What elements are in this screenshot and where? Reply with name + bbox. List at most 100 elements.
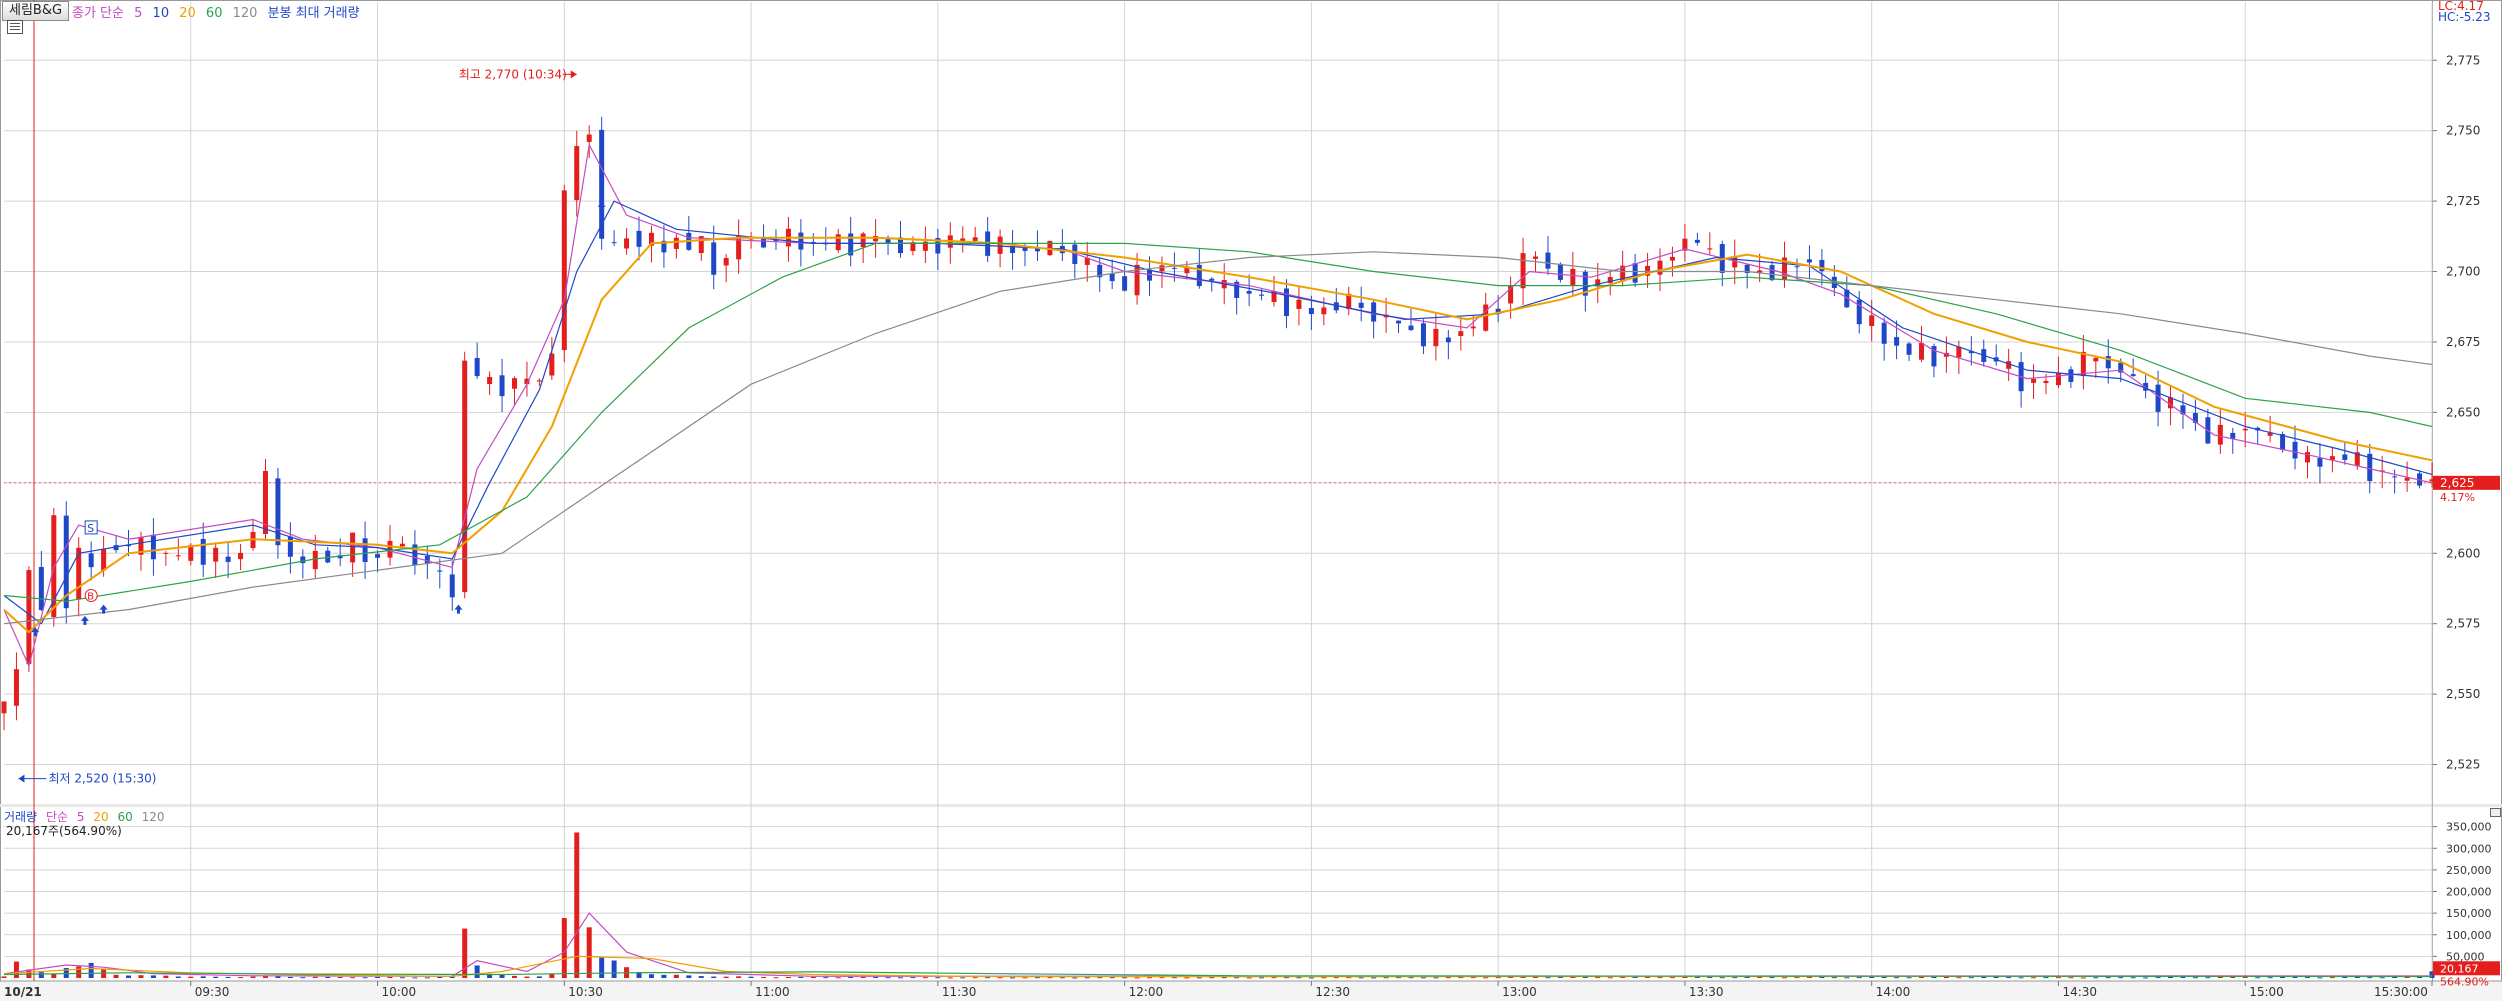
volume-bar [1159,977,1165,979]
candle-body [736,235,742,260]
candle-body [499,375,505,397]
time-tick-label: 10:00 [382,985,417,999]
time-tick-label: 14:30 [2062,985,2097,999]
volume-bar [1184,977,1190,979]
candle-body [835,234,841,251]
volume-bar [300,977,306,979]
buy-arrow-icon [597,201,606,211]
ma-line-20 [3,236,2433,634]
volume-info: 20,167주(564.90%) [6,824,122,838]
candle-body [175,555,181,557]
volume-bar [873,976,879,978]
candle-body [101,549,107,571]
volume-bar [1918,977,1924,979]
volume-bar [897,977,903,979]
volume-bar [1769,977,1775,979]
hc-label: HC:-5.23 [2438,10,2491,24]
volume-bar [1595,977,1601,979]
volume-bar [947,977,953,979]
candle-body [1445,337,1451,343]
candle-body [2080,351,2086,377]
volume-bar [2205,977,2211,979]
candle-body [1557,263,1563,280]
low-annotation: 최저 2,520 (15:30) [48,772,156,786]
candle-body [1806,259,1812,263]
time-tick-label: 13:30 [1689,985,1724,999]
volume-bar [1396,977,1402,979]
low-arrow-head [18,774,25,783]
table-view-icon[interactable] [7,20,23,34]
candle-body [1458,331,1464,336]
volume-bar [1408,977,1414,979]
volume-ma-line-5 [3,912,2433,977]
volume-bar [1856,977,1862,979]
candle-body [1856,299,1862,325]
legend-item-ma-type: 종가 단순 [72,6,124,21]
volume-bar [848,977,854,979]
volume-tick-label: 350,000 [2446,821,2492,834]
candle-body [1,701,7,714]
volume-bar [761,976,767,978]
volume-bar [2304,977,2310,979]
volume-bar [2018,977,2024,979]
volume-bar [2367,977,2373,979]
time-tick-label: 15:00 [2249,985,2284,999]
panel-collapse-button[interactable] [2490,808,2501,817]
candle-body [2068,369,2074,382]
candle-body [1171,267,1177,269]
candle-body [325,550,331,563]
ma-line-120 [3,251,2433,625]
volume-bar [599,957,605,978]
volume-bar [424,977,430,979]
volume-bar [1171,977,1177,979]
candle-body [1894,337,1900,346]
volume-bar [2267,977,2273,979]
volume-bar [1346,977,1352,979]
legend-item-ma5: 5 [134,6,143,21]
volume-bar [1059,977,1065,979]
chart-window: 2,525 2,550 2,575 2,600 2,625 2,650 2,675 2,700… [0,0,2502,1001]
current-price-label: 2,625 [2440,476,2474,490]
candle-body [150,534,156,560]
volume-bar [1806,976,1812,978]
volume-bar [2329,977,2335,979]
candle-body [13,669,19,706]
volume-bar [2006,977,2012,979]
ma-line-5 [3,142,2433,668]
volume-bar [1246,977,1252,979]
candle-body [1109,273,1115,282]
candle-body [2093,357,2099,362]
candle-body [449,574,455,598]
time-axis-bg [0,981,2502,1001]
stock-name-button[interactable]: 세림B&G [2,1,70,21]
high-annotation: 최고 2,770 (10:34) [459,67,567,81]
volume-bar [2155,977,2161,979]
candle-body [2292,441,2298,459]
volume-bar [1794,977,1800,979]
volume-bar [1358,977,1364,979]
volume-bar [2118,977,2124,979]
volume-bar [2105,977,2111,979]
volume-bar [1993,976,1999,978]
legend-item-ma20: 20 [179,6,196,21]
volume-bar [1296,977,1302,979]
time-tick-label: 11:30 [942,985,977,999]
volume-bar [412,977,418,979]
volume-bar [686,975,692,978]
candle-body [1122,276,1128,291]
candle-body [2317,457,2323,467]
volume-bar [1333,977,1339,979]
volume-bar [437,976,443,978]
volume-bar [885,977,891,979]
time-tick-label: 13:00 [1502,985,1537,999]
volume-bar [238,977,244,979]
candle-body [2031,378,2037,383]
candle-body [673,237,679,250]
volume-bar [1084,977,1090,979]
candle-body [1483,304,1489,331]
candle-body [200,539,206,565]
volume-bar [860,976,866,978]
candle-body [636,230,642,247]
volume-bar [88,962,94,978]
candle-body [512,378,518,389]
